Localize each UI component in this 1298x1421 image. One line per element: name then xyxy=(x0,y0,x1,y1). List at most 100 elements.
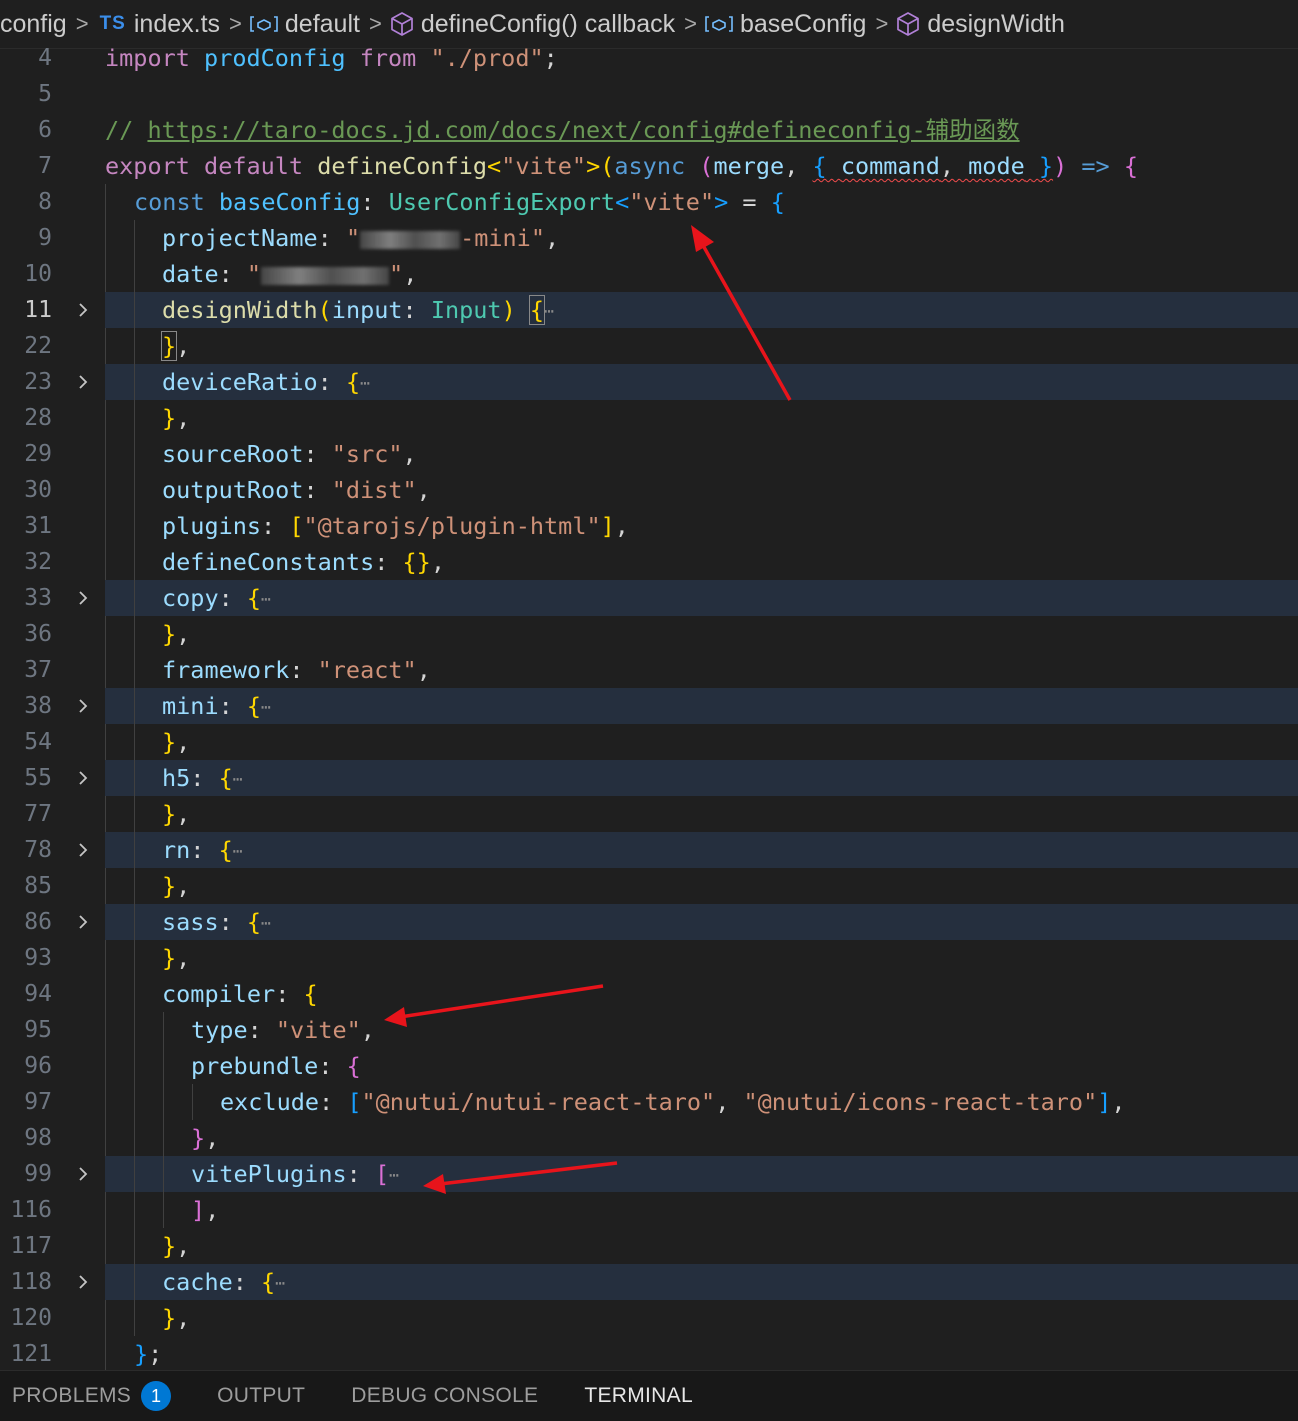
code-line[interactable]: 118 cache: {⋯ xyxy=(0,1264,1298,1300)
code-text: exclude: ["@nutui/nutui-react-taro", "@n… xyxy=(220,1088,1126,1116)
breadcrumb-label: config xyxy=(0,9,67,38)
indent-guide xyxy=(163,1048,164,1084)
fold-ellipsis[interactable]: ⋯ xyxy=(389,1166,399,1185)
code-line[interactable]: 5 xyxy=(0,76,1298,112)
indent-guide xyxy=(134,976,135,1012)
fold-ellipsis[interactable]: ⋯ xyxy=(544,302,554,321)
chevron-right-icon[interactable] xyxy=(74,688,92,724)
code-line[interactable]: 38 mini: {⋯ xyxy=(0,688,1298,724)
fold-ellipsis[interactable]: ⋯ xyxy=(261,698,271,717)
code-line[interactable]: 85 }, xyxy=(0,868,1298,904)
code-line[interactable]: 22 }, xyxy=(0,328,1298,364)
fold-ellipsis[interactable]: ⋯ xyxy=(261,914,271,933)
chevron-right-icon[interactable] xyxy=(74,364,92,400)
code-line[interactable]: 86 sass: {⋯ xyxy=(0,904,1298,940)
code-text: mini: {⋯ xyxy=(162,692,271,720)
chevron-right-icon[interactable] xyxy=(74,760,92,796)
code-line[interactable]: 7 export default defineConfig<"vite">(as… xyxy=(0,148,1298,184)
chevron-right-icon[interactable] xyxy=(74,832,92,868)
code-line[interactable]: 8 const baseConfig: UserConfigExport<"vi… xyxy=(0,184,1298,220)
indent-guide xyxy=(105,1012,106,1048)
indent-guide xyxy=(105,616,106,652)
indent-guide xyxy=(134,256,135,292)
code-line[interactable]: 4 import prodConfig from "./prod"; xyxy=(0,40,1298,76)
code-text: framework: "react", xyxy=(162,656,431,684)
chevron-right-icon: > xyxy=(684,11,697,36)
code-line[interactable]: 33 copy: {⋯ xyxy=(0,580,1298,616)
indent-guide xyxy=(105,400,106,436)
code-text: }, xyxy=(162,872,191,900)
code-line[interactable]: 29 sourceRoot: "src", xyxy=(0,436,1298,472)
indent-guide xyxy=(105,1192,106,1228)
comment-link[interactable]: https://taro-docs.jd.com/docs/next/confi… xyxy=(147,116,1019,144)
indent-guide xyxy=(134,904,135,940)
chevron-right-icon[interactable] xyxy=(74,292,92,328)
indent-guide xyxy=(105,1228,106,1264)
chevron-right-icon: > xyxy=(229,11,242,36)
tab-problems[interactable]: PROBLEMS 1 xyxy=(12,1381,172,1411)
code-line[interactable]: 117 }, xyxy=(0,1228,1298,1264)
code-line[interactable]: 54 }, xyxy=(0,724,1298,760)
fold-ellipsis[interactable]: ⋯ xyxy=(233,770,243,789)
code-line[interactable]: 30 outputRoot: "dist", xyxy=(0,472,1298,508)
code-line[interactable]: 116 ], xyxy=(0,1192,1298,1228)
code-line[interactable]: 10 date: " ", xyxy=(0,256,1298,292)
code-line[interactable]: 93 }, xyxy=(0,940,1298,976)
error-squiggle[interactable]: { command, mode } xyxy=(813,152,1054,180)
code-line[interactable]: 96 prebundle: { xyxy=(0,1048,1298,1084)
code-line[interactable]: 32 defineConstants: {}, xyxy=(0,544,1298,580)
fold-ellipsis[interactable]: ⋯ xyxy=(233,842,243,861)
fold-ellipsis[interactable]: ⋯ xyxy=(261,590,271,609)
breadcrumb-item-baseconfig[interactable]: baseConfig xyxy=(704,10,866,39)
code-line[interactable]: 23 deviceRatio: {⋯ xyxy=(0,364,1298,400)
code-line[interactable]: 120 }, xyxy=(0,1300,1298,1336)
breadcrumb-label: baseConfig xyxy=(739,9,867,38)
fold-ellipsis[interactable]: ⋯ xyxy=(360,374,370,393)
code-text: }, xyxy=(162,1304,191,1332)
code-text: plugins: ["@tarojs/plugin-html"], xyxy=(162,512,629,540)
line-number: 96 xyxy=(24,1053,52,1079)
chevron-right-icon: > xyxy=(875,11,889,36)
code-line[interactable]: 6 // https://taro-docs.jd.com/docs/next/… xyxy=(0,112,1298,148)
breadcrumb-item-config[interactable]: config xyxy=(0,10,67,39)
breadcrumb-item-default[interactable]: default xyxy=(249,10,360,39)
chevron-right-icon[interactable] xyxy=(74,1156,92,1192)
tab-terminal[interactable]: TERMINAL xyxy=(584,1384,693,1408)
indent-guide xyxy=(134,688,135,724)
code-line[interactable]: 31 plugins: ["@tarojs/plugin-html"], xyxy=(0,508,1298,544)
indent-guide xyxy=(105,508,106,544)
line-number: 31 xyxy=(24,513,52,539)
breadcrumb-item-index-ts[interactable]: TS index.ts xyxy=(96,10,220,39)
chevron-right-icon[interactable] xyxy=(74,904,92,940)
code-line[interactable]: 97 exclude: ["@nutui/nutui-react-taro", … xyxy=(0,1084,1298,1120)
code-line[interactable]: 99 vitePlugins: [⋯ xyxy=(0,1156,1298,1192)
line-number: 120 xyxy=(10,1305,52,1331)
chevron-right-icon[interactable] xyxy=(74,1264,92,1300)
tab-debug-console[interactable]: DEBUG CONSOLE xyxy=(351,1384,538,1408)
problems-count-badge: 1 xyxy=(141,1381,172,1411)
indent-guide xyxy=(134,1300,135,1336)
tab-output[interactable]: OUTPUT xyxy=(217,1384,305,1408)
code-line[interactable]: 28 }, xyxy=(0,400,1298,436)
line-number: 97 xyxy=(24,1089,52,1115)
code-editor[interactable]: 4 import prodConfig from "./prod"; 5 6 /… xyxy=(0,40,1298,1370)
breadcrumb-item-defineconfig-callback[interactable]: defineConfig() callback xyxy=(389,10,675,39)
chevron-right-icon[interactable] xyxy=(74,580,92,616)
chevron-right-icon: > xyxy=(75,11,89,36)
line-number: 9 xyxy=(38,225,52,251)
code-line[interactable]: 55 h5: {⋯ xyxy=(0,760,1298,796)
code-line[interactable]: 37 framework: "react", xyxy=(0,652,1298,688)
fold-ellipsis[interactable]: ⋯ xyxy=(275,1274,285,1293)
code-line[interactable]: 95 type: "vite", xyxy=(0,1012,1298,1048)
code-line[interactable]: 78 rn: {⋯ xyxy=(0,832,1298,868)
code-line[interactable]: 36 }, xyxy=(0,616,1298,652)
code-line[interactable]: 9 projectName: " -mini", xyxy=(0,220,1298,256)
breadcrumb-item-designwidth[interactable]: designWidth xyxy=(895,10,1065,39)
code-line-active[interactable]: 11 designWidth(input: Input) {⋯ xyxy=(0,292,1298,328)
code-line[interactable]: 94 compiler: { xyxy=(0,976,1298,1012)
indent-guide xyxy=(105,1120,106,1156)
code-line[interactable]: 121 }; xyxy=(0,1336,1298,1370)
line-number: 93 xyxy=(24,945,52,971)
code-line[interactable]: 98 }, xyxy=(0,1120,1298,1156)
code-line[interactable]: 77 }, xyxy=(0,796,1298,832)
